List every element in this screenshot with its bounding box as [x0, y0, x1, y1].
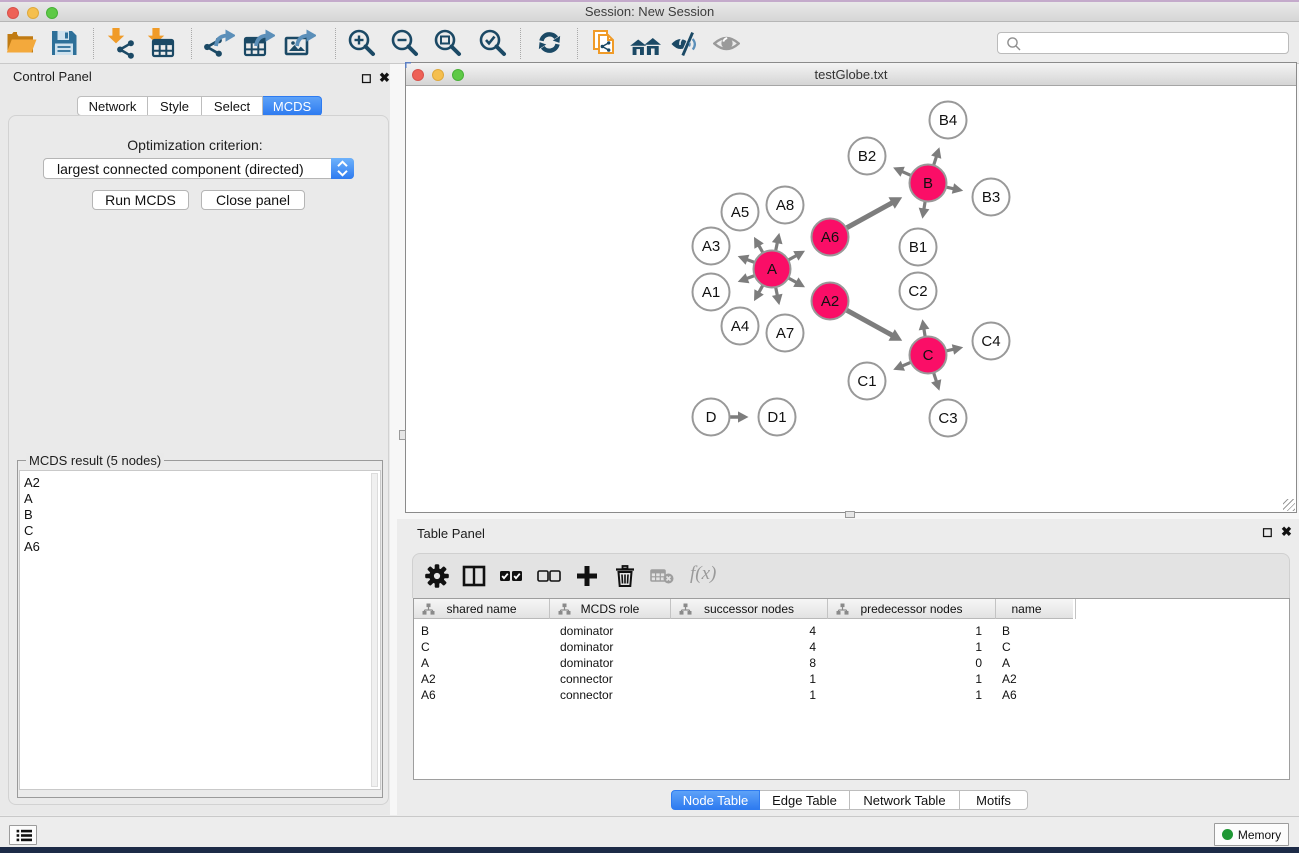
svg-text:B: B	[923, 175, 933, 192]
svg-text:C1: C1	[857, 373, 876, 390]
svg-text:A2: A2	[821, 293, 839, 310]
svg-text:A: A	[767, 261, 777, 278]
svg-text:B3: B3	[982, 189, 1000, 206]
svg-text:D1: D1	[767, 409, 786, 426]
svg-text:A5: A5	[731, 204, 749, 221]
svg-text:C3: C3	[938, 410, 957, 427]
svg-text:B1: B1	[909, 239, 927, 256]
svg-text:C: C	[923, 347, 934, 364]
svg-text:B2: B2	[858, 148, 876, 165]
svg-text:B4: B4	[939, 112, 957, 129]
svg-text:C2: C2	[908, 283, 927, 300]
svg-text:A6: A6	[821, 229, 839, 246]
svg-text:A4: A4	[731, 318, 749, 335]
svg-text:C4: C4	[981, 333, 1000, 350]
svg-text:A3: A3	[702, 238, 720, 255]
svg-text:A8: A8	[776, 197, 794, 214]
svg-text:A1: A1	[702, 284, 720, 301]
svg-text:D: D	[706, 409, 717, 426]
svg-text:A7: A7	[776, 325, 794, 342]
